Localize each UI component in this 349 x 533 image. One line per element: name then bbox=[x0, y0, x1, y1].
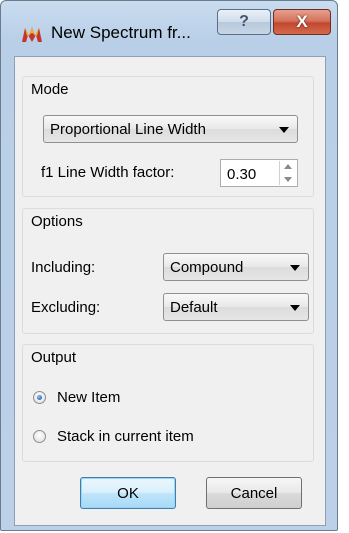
chevron-down-icon bbox=[290, 305, 300, 311]
radio-stack-label[interactable]: Stack in current item bbox=[57, 428, 194, 445]
options-group-title: Options bbox=[31, 213, 83, 230]
close-icon: X bbox=[296, 12, 308, 31]
mode-select-value: Proportional Line Width bbox=[50, 121, 206, 138]
title-bar[interactable]: New Spectrum fr... ? X bbox=[1, 1, 337, 57]
window-title: New Spectrum fr... bbox=[51, 23, 191, 42]
including-select-value: Compound bbox=[170, 259, 244, 276]
close-button[interactable]: X bbox=[273, 9, 331, 35]
radio-new-item-label[interactable]: New Item bbox=[57, 389, 120, 406]
mode-group: Mode Proportional Line Width f1 Line Wid… bbox=[22, 76, 314, 197]
including-select[interactable]: Compound bbox=[163, 253, 309, 281]
spin-up-icon[interactable] bbox=[284, 164, 292, 169]
ok-button[interactable]: OK bbox=[80, 477, 176, 509]
f1-line-width-spinbox[interactable]: 0.30 bbox=[220, 159, 298, 187]
excluding-select[interactable]: Default bbox=[163, 293, 309, 321]
output-group-title: Output bbox=[31, 349, 77, 366]
chevron-down-icon bbox=[279, 127, 289, 133]
mode-group-title: Mode bbox=[31, 81, 69, 98]
spin-down-icon[interactable] bbox=[284, 177, 292, 182]
radio-button-unchecked[interactable] bbox=[33, 430, 46, 443]
cancel-button-label: Cancel bbox=[230, 484, 278, 502]
including-label: Including: bbox=[31, 259, 96, 276]
spin-buttons[interactable] bbox=[279, 161, 296, 185]
ok-button-label: OK bbox=[117, 484, 139, 502]
f1-line-width-value: 0.30 bbox=[227, 166, 257, 183]
chevron-down-icon bbox=[290, 265, 300, 271]
help-button[interactable]: ? bbox=[217, 9, 271, 35]
excluding-label: Excluding: bbox=[31, 299, 101, 316]
options-group: Options Including: Compound Excluding: D… bbox=[22, 208, 314, 334]
help-icon: ? bbox=[239, 13, 249, 30]
excluding-select-value: Default bbox=[170, 299, 218, 316]
cancel-button[interactable]: Cancel bbox=[206, 477, 302, 509]
radio-button-checked[interactable] bbox=[33, 391, 46, 404]
app-logo-icon bbox=[21, 25, 43, 43]
f1-line-width-label: f1 Line Width factor: bbox=[41, 164, 175, 181]
mode-select[interactable]: Proportional Line Width bbox=[43, 115, 298, 143]
